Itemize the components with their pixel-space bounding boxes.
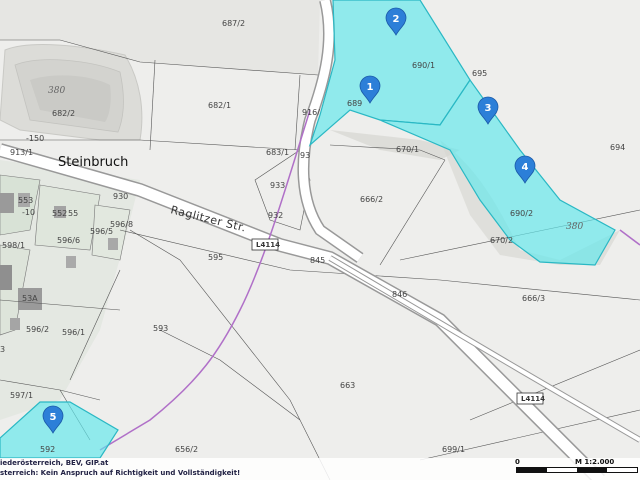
parcel-label: 666/3 bbox=[522, 294, 545, 303]
parcel-label: 592 bbox=[40, 445, 55, 454]
street-name: Raglitzer Str. bbox=[169, 203, 247, 234]
parcel-label: 3 bbox=[0, 345, 5, 354]
road-number-badge: L4114 bbox=[516, 392, 545, 405]
parcel-label: 596/6 bbox=[57, 236, 80, 245]
contour-label: 380 bbox=[566, 222, 583, 232]
parcel-label: 596/8 bbox=[110, 220, 133, 229]
parcel-label: 598/1 bbox=[2, 241, 25, 250]
parcel-label: 93 bbox=[300, 151, 310, 160]
parcel-label: 699/1 bbox=[442, 445, 465, 454]
marker-number: 5 bbox=[50, 412, 57, 423]
parcel-label: 663 bbox=[340, 381, 355, 390]
parcel-label: 682/2 bbox=[52, 109, 75, 118]
parcel-label: 682/1 bbox=[208, 101, 231, 110]
parcel-label: 683/1 bbox=[266, 148, 289, 157]
marker-number: 1 bbox=[367, 82, 374, 93]
parcel-label: 596/5 bbox=[90, 227, 113, 236]
parcel-label: 55 bbox=[68, 209, 78, 218]
svg-text:L4114: L4114 bbox=[521, 395, 545, 403]
parcel-label: 694 bbox=[610, 143, 625, 152]
parcel-label: 932 bbox=[268, 211, 283, 220]
parcel-label: 596/1 bbox=[62, 328, 85, 337]
parcel-label: -10 bbox=[22, 208, 35, 217]
map-canvas[interactable]: 687/2 682/2 682/1 689 690/1 695 694 670/… bbox=[0, 0, 640, 480]
parcel-label: 933 bbox=[270, 181, 285, 190]
parcel-label: 687/2 bbox=[222, 19, 245, 28]
contour-label: 380 bbox=[48, 86, 65, 96]
attribution-line-1: iederösterreich, BEV, GIP.at bbox=[0, 459, 109, 467]
parcel-label: 53A bbox=[22, 294, 38, 303]
marker-number: 4 bbox=[522, 162, 529, 173]
scale-zero-label: 0 bbox=[515, 458, 520, 466]
parcel-label: 552 bbox=[52, 209, 67, 218]
svg-text:L4114: L4114 bbox=[256, 241, 280, 249]
place-name: Steinbruch bbox=[58, 155, 128, 170]
parcel-label: 670/1 bbox=[396, 145, 419, 154]
parcel-label: 666/2 bbox=[360, 195, 383, 204]
attribution-line-2: sterreich: Kein Anspruch auf Richtigkeit… bbox=[0, 469, 241, 477]
parcel-label: 596/2 bbox=[26, 325, 49, 334]
parcel-label: 597/1 bbox=[10, 391, 33, 400]
parcel-label: 916/ bbox=[302, 108, 320, 117]
parcel-label: 913/1 bbox=[10, 148, 33, 157]
parcel-label: 930 bbox=[113, 192, 128, 201]
parcel-label: 553 bbox=[18, 196, 33, 205]
marker-number: 3 bbox=[485, 103, 492, 114]
municipal-boundary-east bbox=[619, 229, 640, 246]
parcel-label: -150 bbox=[26, 134, 44, 143]
parcel-label: 689 bbox=[347, 99, 362, 108]
parcel-label: 690/1 bbox=[412, 61, 435, 70]
marker-number: 2 bbox=[393, 14, 400, 25]
parcel-label: 845 bbox=[310, 256, 325, 265]
municipal-boundary bbox=[99, 109, 311, 451]
road-number-badge: L4114 bbox=[251, 238, 280, 251]
scale-bar bbox=[516, 467, 638, 473]
cadastral-map[interactable]: 687/2 682/2 682/1 689 690/1 695 694 670/… bbox=[0, 0, 640, 480]
parcel-label: 695 bbox=[472, 69, 487, 78]
parcel-label: 593 bbox=[153, 324, 168, 333]
parcel-label: 846 bbox=[392, 290, 407, 299]
scale-label: M 1:2.000 bbox=[575, 458, 615, 466]
parcel-label: 656/2 bbox=[175, 445, 198, 454]
parcel-label: 595 bbox=[208, 253, 223, 262]
parcel-label: 690/2 bbox=[510, 209, 533, 218]
parcel-label: 670/2 bbox=[490, 236, 513, 245]
